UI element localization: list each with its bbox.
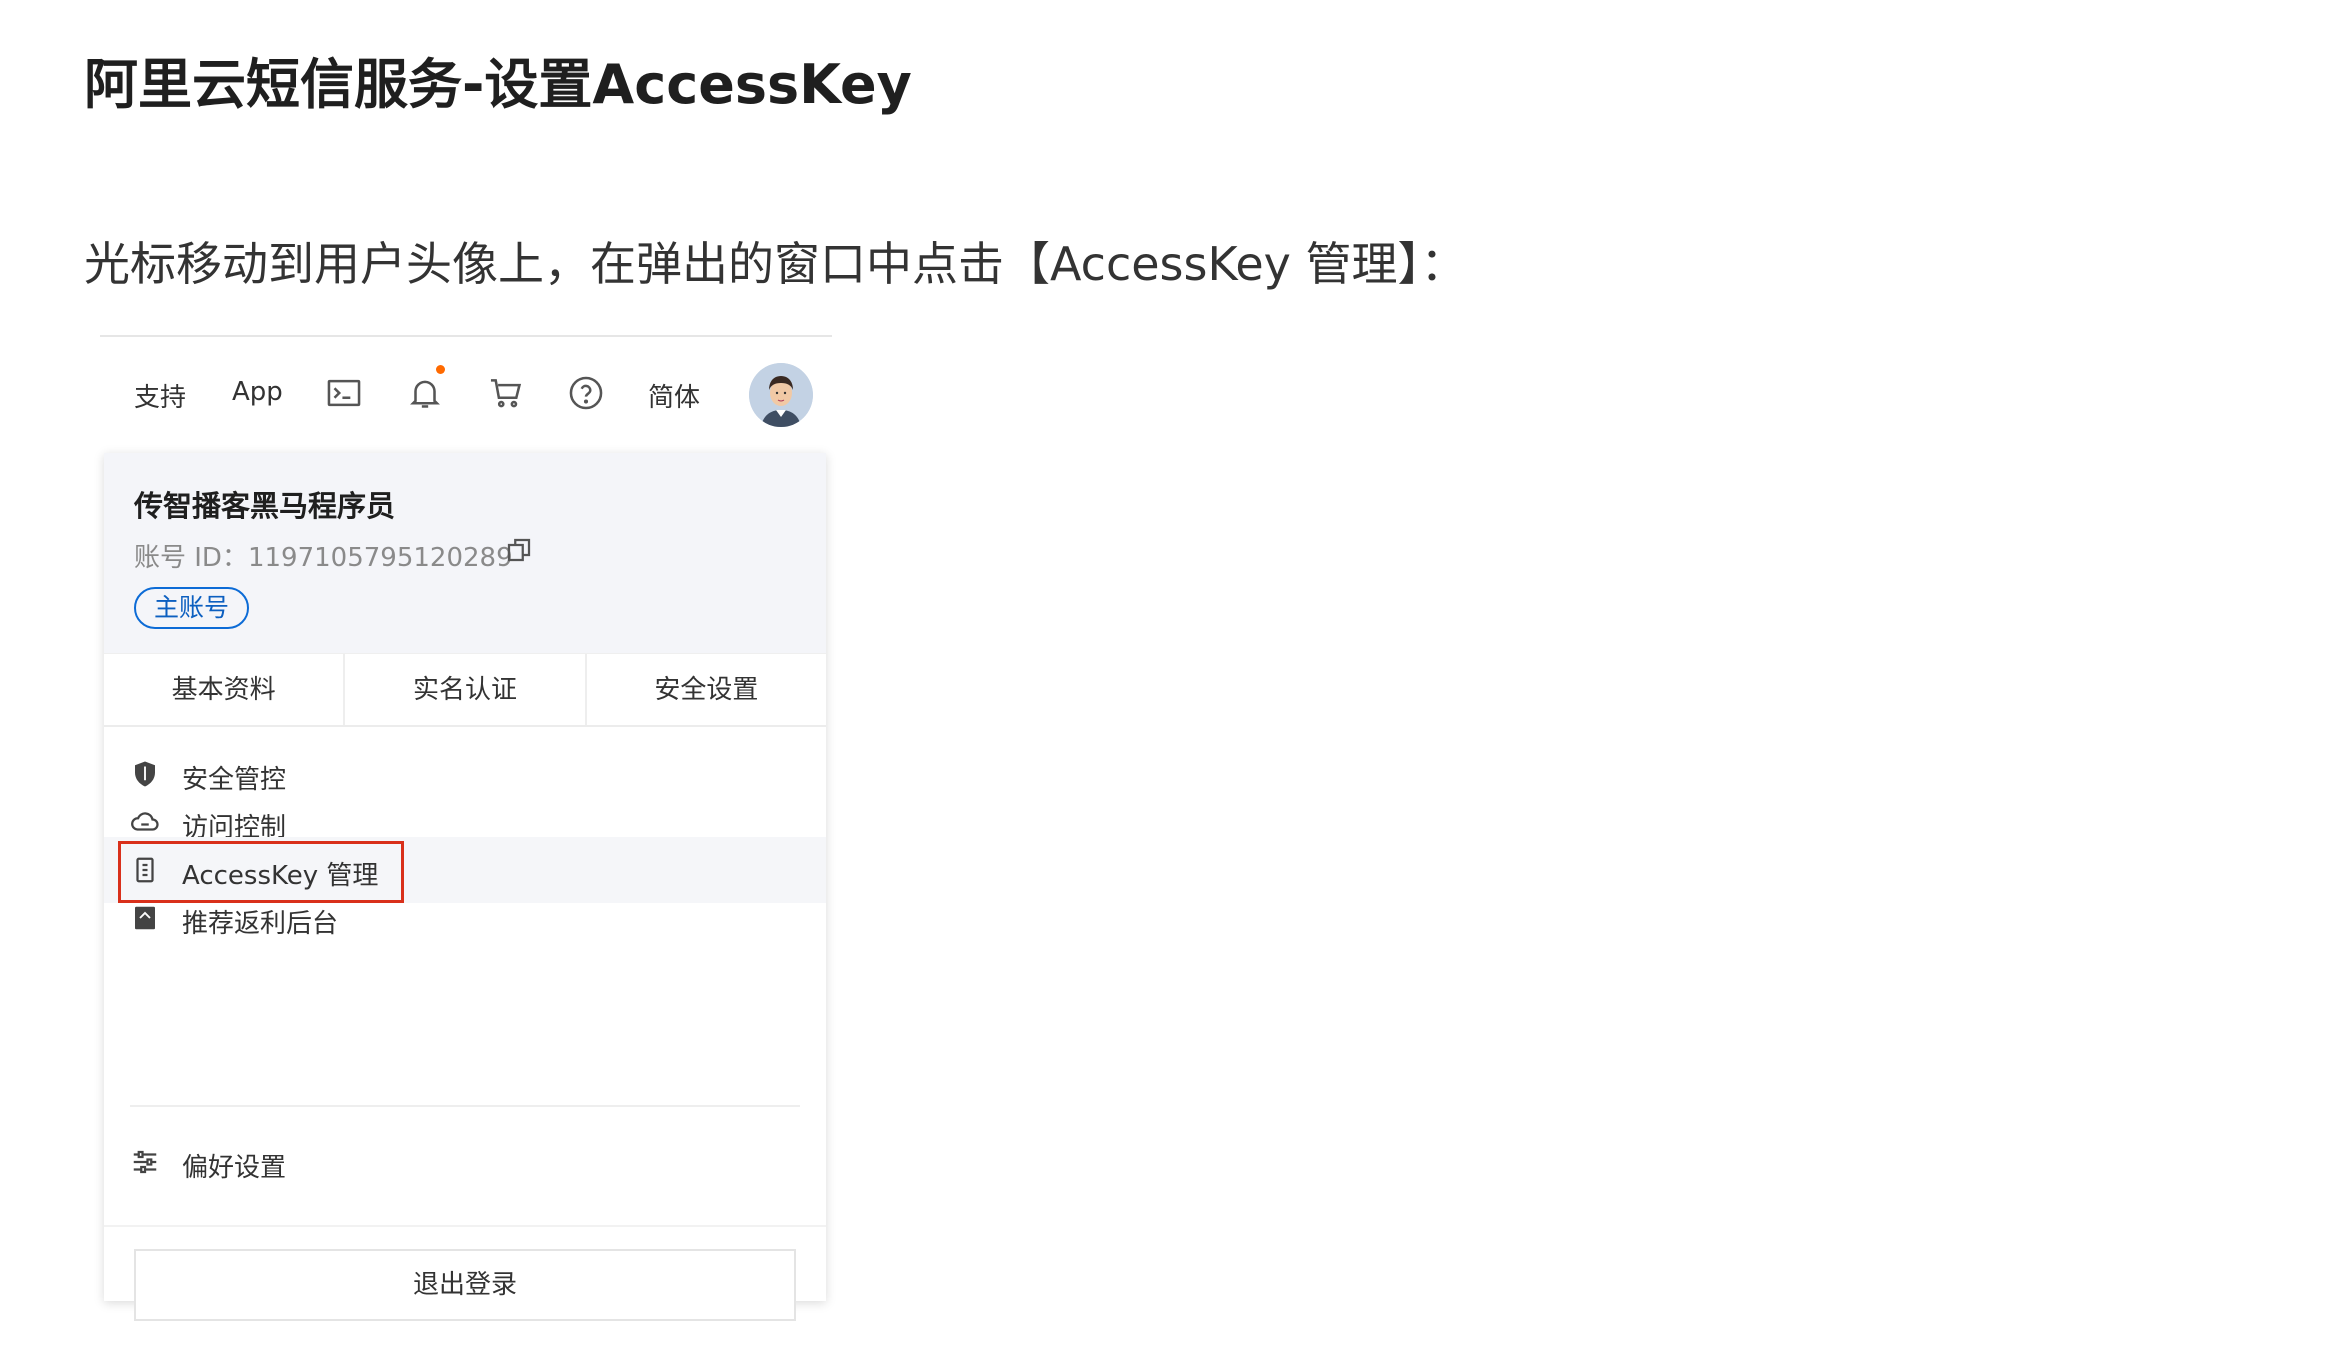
terminal-icon[interactable] bbox=[322, 371, 366, 415]
account-dropdown: 传智播客黑马程序员 账号 ID：1197105795120289 主账号 基本资… bbox=[104, 453, 826, 1321]
sliders-icon bbox=[130, 1147, 160, 1177]
account-tabs: 基本资料 实名认证 安全设置 bbox=[104, 653, 826, 727]
menu-label: 偏好设置 bbox=[182, 1153, 287, 1183]
page-title: 阿里云短信服务-设置AccessKey bbox=[84, 53, 912, 116]
menu-item-preferences[interactable]: 偏好设置 bbox=[104, 1129, 826, 1195]
tab-security-settings[interactable]: 安全设置 bbox=[587, 654, 826, 725]
book-icon bbox=[130, 903, 160, 933]
logout-button[interactable]: 退出登录 bbox=[134, 1249, 796, 1321]
language-switch[interactable]: 简体 bbox=[648, 377, 700, 414]
menu-item-referral[interactable]: 推荐返利后台 bbox=[104, 885, 826, 951]
tutorial-page: 阿里云短信服务-设置AccessKey 光标移动到用户头像上，在弹出的窗口中点击… bbox=[0, 0, 2336, 1348]
footer-divider bbox=[104, 1225, 826, 1227]
copy-icon[interactable] bbox=[504, 535, 534, 565]
menu-label: 推荐返利后台 bbox=[182, 909, 339, 939]
support-link[interactable]: 支持 bbox=[134, 377, 186, 414]
notification-dot bbox=[436, 365, 445, 374]
instruction-text: 光标移动到用户头像上，在弹出的窗口中点击【AccessKey 管理】： bbox=[84, 237, 1467, 291]
account-header: 传智播客黑马程序员 账号 ID：1197105795120289 主账号 bbox=[104, 453, 826, 653]
tab-real-name[interactable]: 实名认证 bbox=[345, 654, 587, 725]
main-account-badge: 主账号 bbox=[134, 587, 250, 629]
account-id: 账号 ID：1197105795120289 bbox=[134, 543, 513, 573]
help-circle-icon[interactable] bbox=[564, 371, 608, 415]
console-topbar: 支持 App 简体 bbox=[100, 337, 832, 453]
shield-icon bbox=[130, 759, 160, 789]
tab-basic-info[interactable]: 基本资料 bbox=[104, 654, 346, 725]
cart-icon[interactable] bbox=[484, 371, 528, 415]
bell-icon[interactable] bbox=[403, 371, 447, 415]
user-avatar[interactable] bbox=[749, 363, 813, 427]
console-screenshot: 支持 App 简体 传智播客黑马程序员 账号 ID：11971057951202… bbox=[100, 335, 832, 1321]
account-name: 传智播客黑马程序员 bbox=[134, 489, 396, 523]
menu-divider bbox=[130, 1105, 800, 1107]
app-link[interactable]: App bbox=[232, 377, 283, 407]
cloud-icon bbox=[130, 807, 160, 837]
